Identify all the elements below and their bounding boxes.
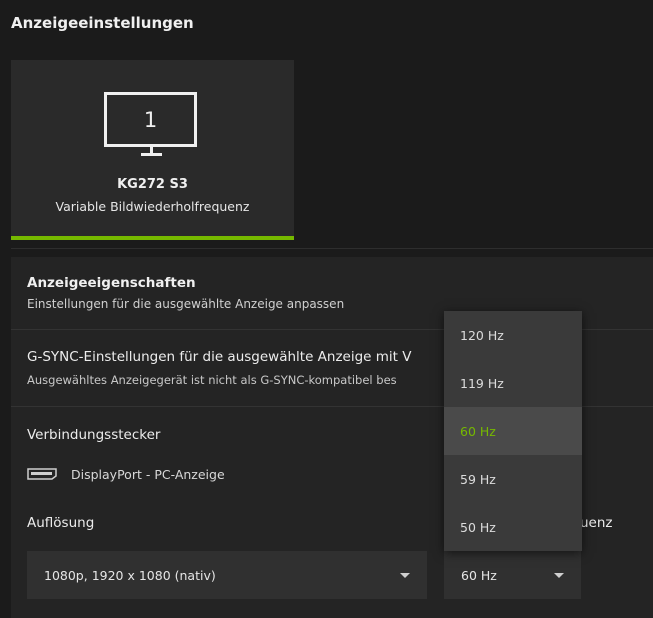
refresh-rate-select[interactable]: 60 Hz	[444, 551, 581, 599]
monitor-number: 1	[143, 107, 158, 132]
refresh-rate-title: uenz	[580, 515, 613, 531]
monitor-base-icon	[141, 153, 162, 156]
selected-indicator	[11, 236, 294, 240]
connector-label: DisplayPort - PC-Anzeige	[71, 467, 225, 482]
refresh-rate-option[interactable]: 120 Hz	[444, 311, 582, 359]
resolution-title: Auflösung	[27, 515, 95, 531]
divider	[11, 248, 653, 249]
resolution-value: 1080p, 1920 x 1080 (nativ)	[44, 567, 216, 583]
refresh-rate-dropdown: 120 Hz 119 Hz 60 Hz 59 Hz 50 Hz	[444, 311, 582, 551]
resolution-select[interactable]: 1080p, 1920 x 1080 (nativ)	[27, 551, 427, 599]
refresh-rate-value: 60 Hz	[461, 567, 497, 583]
monitor-card[interactable]: 1 KG272 S3 Variable Bildwiederholfrequen…	[11, 60, 294, 240]
gsync-subtitle: Ausgewähltes Anzeigegerät ist nicht als …	[27, 373, 397, 387]
connector-title: Verbindungsstecker	[27, 427, 161, 443]
gsync-title-text: G-SYNC-Einstellungen für die ausgewählte…	[27, 349, 412, 365]
chevron-down-icon	[554, 572, 564, 578]
refresh-rate-option[interactable]: 119 Hz	[444, 359, 582, 407]
refresh-rate-option-selected[interactable]: 60 Hz	[444, 407, 582, 455]
display-properties-subtitle: Einstellungen für die ausgewählte Anzeig…	[27, 297, 345, 311]
monitor-icon: 1	[104, 92, 197, 147]
monitor-subtitle: Variable Bildwiederholfrequenz	[55, 199, 250, 214]
chevron-down-icon	[400, 572, 410, 578]
refresh-rate-option[interactable]: 50 Hz	[444, 503, 582, 551]
refresh-rate-option[interactable]: 59 Hz	[444, 455, 582, 503]
monitor-name: KG272 S3	[117, 177, 188, 192]
page-title: Anzeigeeinstellungen	[11, 14, 194, 32]
display-properties-title: Anzeigeeigenschaften	[27, 275, 196, 291]
displayport-icon	[27, 468, 57, 480]
